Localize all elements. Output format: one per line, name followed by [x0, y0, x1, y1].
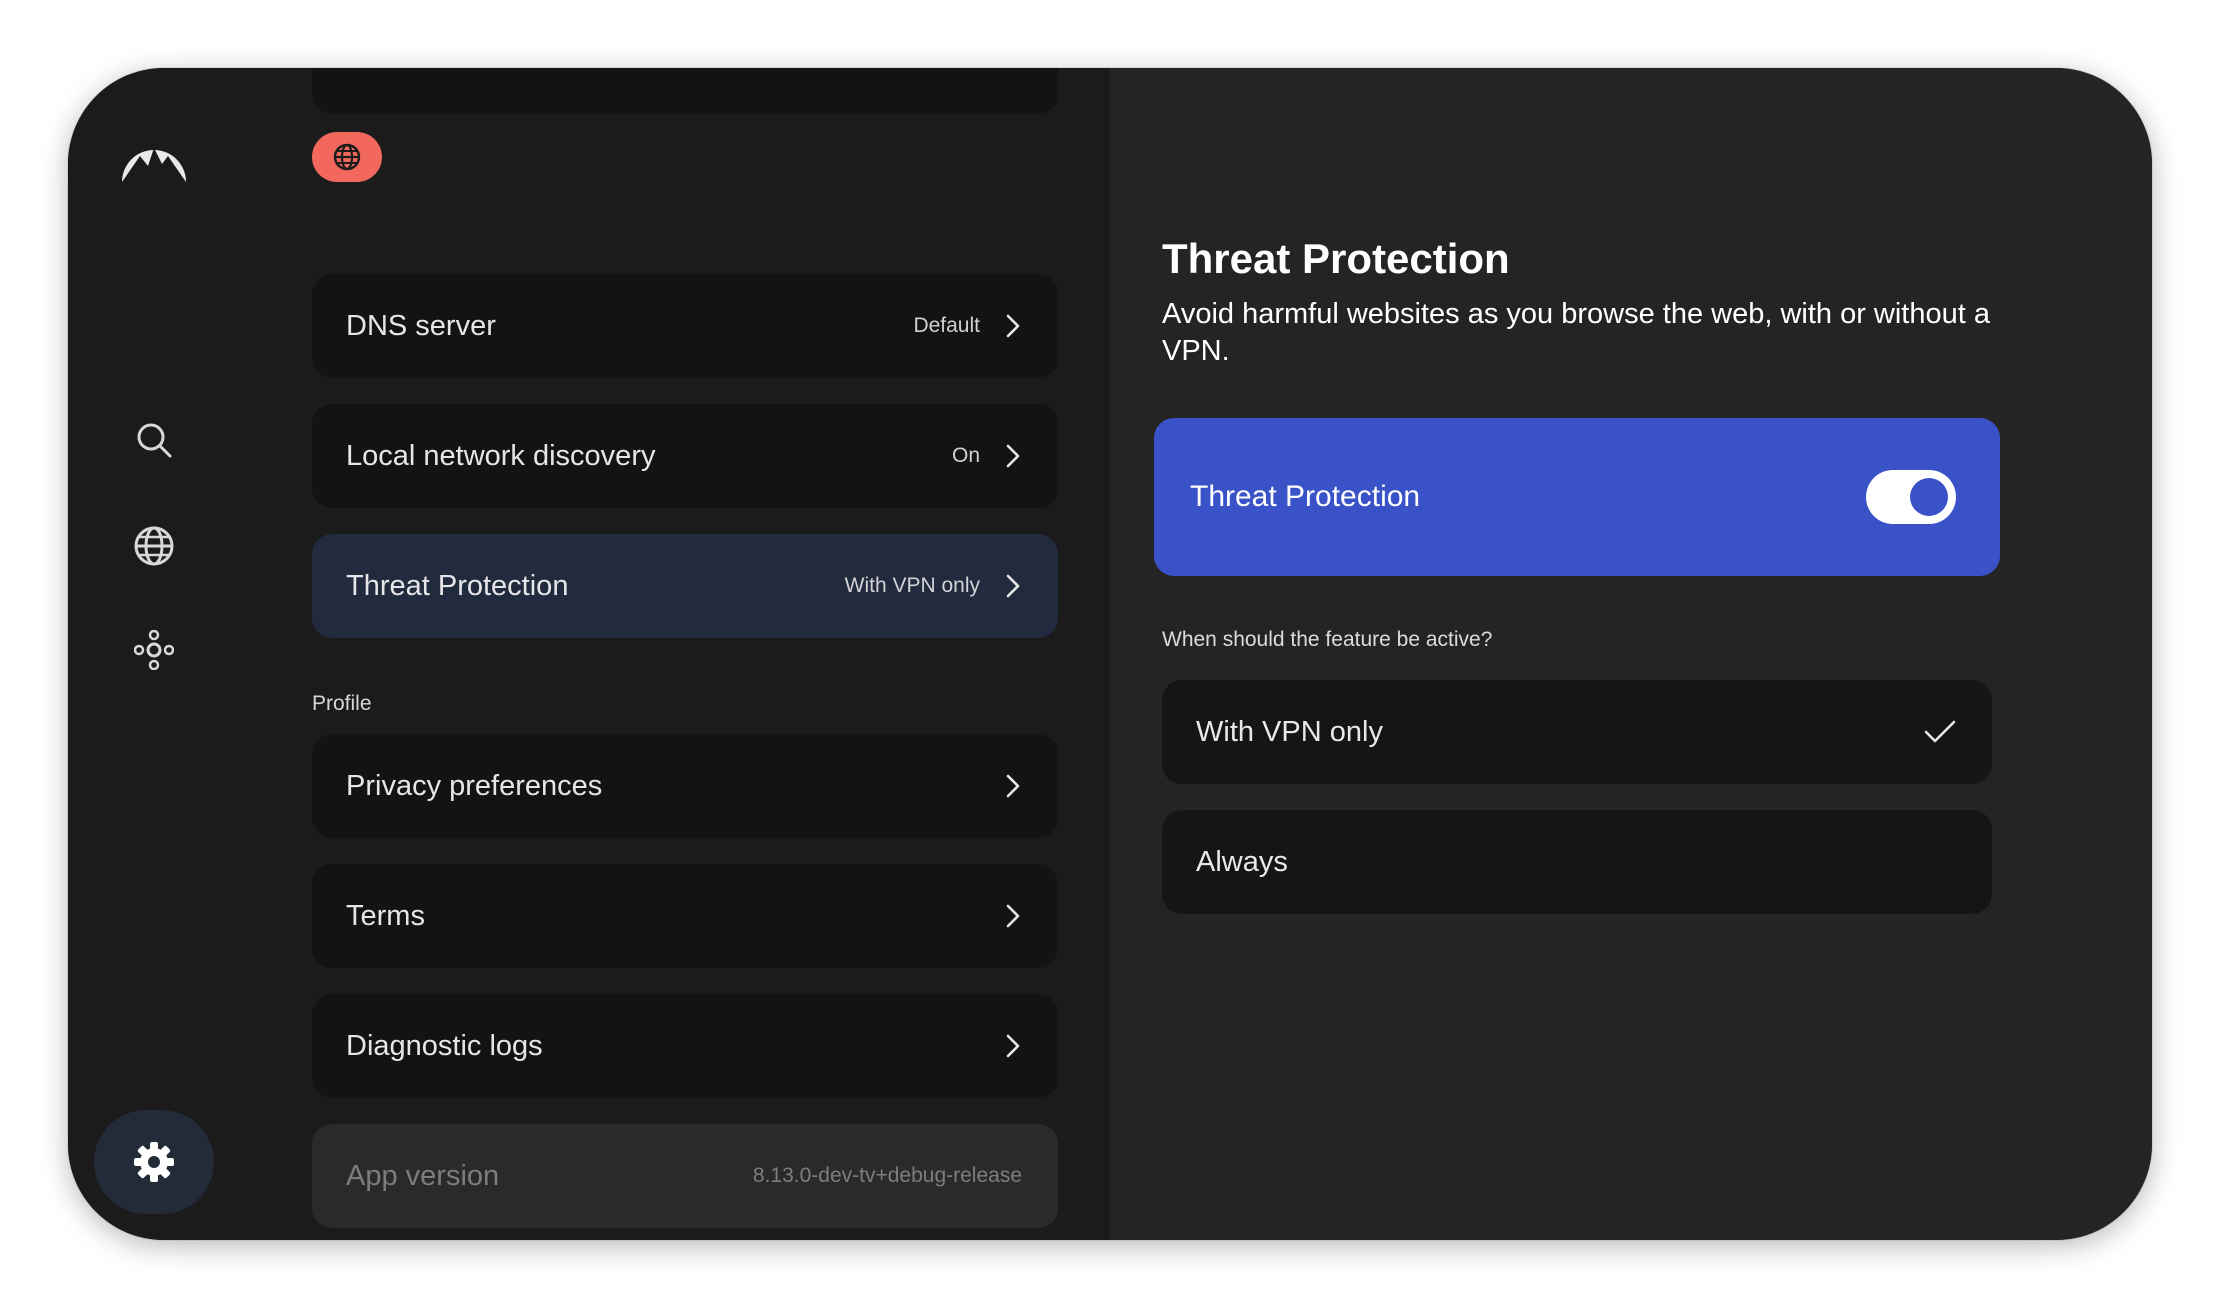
chevron-right-icon — [1002, 440, 1024, 472]
settings-nav-button[interactable] — [94, 1110, 214, 1214]
switch-knob — [1910, 478, 1948, 516]
network-nodes-icon[interactable] — [130, 626, 178, 674]
detail-title: Threat Protection — [1162, 235, 1510, 282]
nordvpn-logo — [122, 148, 186, 182]
settings-row-threat-protection[interactable]: Threat Protection With VPN only — [312, 534, 1058, 638]
settings-area: DNS server Default Local network discove… — [68, 68, 1110, 1240]
tv-app-window: DNS server Default Local network discove… — [68, 68, 2152, 1240]
threat-protection-detail-panel: Threat Protection Avoid harmful websites… — [1110, 68, 2152, 1240]
chevron-right-icon — [1002, 770, 1024, 802]
row-value: With VPN only — [844, 574, 980, 597]
option-always[interactable]: Always — [1162, 810, 1992, 914]
globe-icon[interactable] — [130, 522, 178, 570]
search-icon[interactable] — [130, 416, 178, 464]
settings-row-terms[interactable]: Terms — [312, 864, 1058, 968]
activation-question: When should the feature be active? — [1162, 628, 1493, 651]
globe-icon — [333, 143, 361, 171]
row-label: Local network discovery — [346, 439, 656, 472]
row-label: App version — [346, 1159, 500, 1192]
row-label: Terms — [346, 899, 425, 932]
connection-status-chip[interactable] — [312, 132, 382, 182]
gear-icon — [134, 1142, 174, 1182]
chevron-right-icon — [1002, 310, 1024, 342]
section-label-profile: Profile — [312, 692, 372, 715]
option-label: With VPN only — [1196, 715, 1383, 748]
settings-row-app-version: App version 8.13.0-dev-tv+debug-release — [312, 1124, 1058, 1228]
row-label: DNS server — [346, 309, 496, 342]
settings-row-offscreen[interactable] — [312, 68, 1058, 114]
threat-protection-switch[interactable] — [1866, 470, 1956, 524]
settings-row-diagnostic-logs[interactable]: Diagnostic logs — [312, 994, 1058, 1098]
chevron-right-icon — [1002, 900, 1024, 932]
threat-protection-toggle-card[interactable]: Threat Protection — [1154, 418, 2000, 576]
row-label: Diagnostic logs — [346, 1029, 543, 1062]
settings-row-dns-server[interactable]: DNS server Default — [312, 274, 1058, 378]
settings-row-local-network-discovery[interactable]: Local network discovery On — [312, 404, 1058, 508]
toggle-label: Threat Protection — [1190, 480, 1421, 513]
row-value: Default — [913, 314, 980, 337]
option-label: Always — [1196, 845, 1288, 878]
row-value: On — [951, 444, 980, 467]
settings-row-privacy-preferences[interactable]: Privacy preferences — [312, 734, 1058, 838]
app-version-value: 8.13.0-dev-tv+debug-release — [752, 1164, 1022, 1187]
checkmark-icon — [1922, 714, 1958, 750]
row-label: Threat Protection — [346, 569, 569, 602]
chevron-right-icon — [1002, 570, 1024, 602]
option-with-vpn-only[interactable]: With VPN only — [1162, 680, 1992, 784]
chevron-right-icon — [1002, 1030, 1024, 1062]
row-label: Privacy preferences — [346, 769, 603, 802]
detail-description: Avoid harmful websites as you browse the… — [1162, 298, 1990, 367]
